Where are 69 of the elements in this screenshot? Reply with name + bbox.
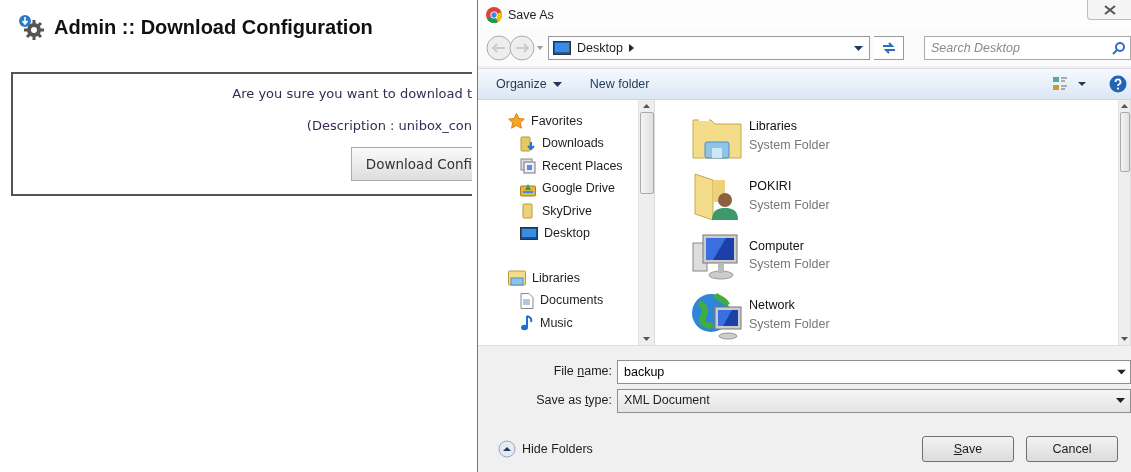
scroll-thumb[interactable]	[639, 112, 654, 194]
up-arrow-circle-icon	[498, 440, 516, 458]
folder-arrow-icon	[520, 135, 536, 152]
scroll-down-arrow-icon[interactable]	[1121, 337, 1128, 341]
save-button[interactable]: Save	[922, 436, 1014, 462]
hide-folders-button[interactable]: Hide Folders	[498, 439, 593, 459]
dropdown-caret-icon	[1116, 398, 1125, 403]
folder-name: Network	[749, 297, 796, 315]
dropdown-caret-icon[interactable]	[1117, 369, 1126, 374]
folder-item[interactable]: Libraries System Folder	[691, 106, 1118, 166]
browser-logo-icon	[486, 7, 502, 23]
sidebar-group[interactable]: Libraries	[508, 267, 638, 290]
sidebar-item[interactable]: Google Drive	[508, 177, 638, 200]
help-icon[interactable]	[1109, 75, 1127, 93]
sidebar-item[interactable]: Music	[508, 312, 638, 335]
folder-item[interactable]: POKIRI System Folder	[691, 165, 1118, 226]
document-icon	[520, 292, 534, 309]
dropdown-caret-icon[interactable]	[854, 45, 863, 51]
star-icon	[508, 113, 525, 130]
monitor-icon	[553, 41, 571, 55]
save-as-type-label: Save as type:	[535, 392, 613, 410]
scrollbar[interactable]	[1118, 100, 1131, 345]
sidebar-item[interactable]: SkyDrive	[508, 200, 638, 223]
description-text: (Description : unibox_con	[306, 116, 472, 135]
sidebar-item[interactable]: Desktop	[508, 222, 638, 245]
sidebar-group[interactable]: Favorites	[508, 110, 638, 133]
folder-type: System Folder	[749, 196, 830, 214]
folder-name: POKIRI	[749, 177, 793, 195]
page-title: Admin :: Download Configuration	[54, 15, 373, 40]
new-folder-button[interactable]: New folder	[589, 74, 650, 94]
close-button[interactable]	[1087, 0, 1131, 20]
sidebar-item[interactable]: Recent Places	[508, 155, 638, 178]
folder-type: System Folder	[749, 316, 830, 334]
caret-icon	[552, 81, 562, 87]
download-configuration-button[interactable]: Download Confi	[350, 147, 472, 182]
folder-item[interactable]: Network System Folder	[691, 285, 1118, 345]
search-icon[interactable]	[1112, 41, 1126, 55]
address-bar[interactable]: Desktop	[548, 36, 870, 60]
refresh-arrows-icon	[880, 41, 897, 55]
refresh-button[interactable]	[874, 36, 904, 60]
scroll-up-arrow-icon[interactable]	[1121, 104, 1128, 108]
folder-type: System Folder	[749, 136, 830, 154]
cancel-button[interactable]: Cancel	[1026, 436, 1118, 462]
scroll-up-arrow-icon[interactable]	[643, 104, 650, 108]
organize-menu-button[interactable]: Organize	[496, 74, 562, 94]
folder-item[interactable]: Computer System Folder	[691, 225, 1118, 286]
view-options-icon[interactable]	[1053, 77, 1087, 91]
folder-name: Computer	[749, 237, 805, 255]
sidebar-item[interactable]: Downloads	[508, 132, 638, 155]
scrollbar[interactable]	[638, 100, 655, 345]
chevron-icon[interactable]	[628, 44, 635, 52]
search-field[interactable]: Search Desktop	[924, 36, 1131, 60]
close-icon	[1103, 4, 1116, 15]
file-name-field[interactable]: backup	[617, 359, 1131, 384]
sidebar-item[interactable]: Documents	[508, 289, 638, 312]
folder-type: System Folder	[749, 256, 830, 274]
save-as-type-dropdown[interactable]: XML Document	[617, 388, 1131, 413]
recent-places-icon	[520, 158, 536, 175]
gear-download-icon	[18, 14, 44, 40]
scroll-down-arrow-icon[interactable]	[643, 337, 650, 341]
scroll-thumb[interactable]	[1119, 112, 1130, 172]
monitor-icon	[520, 226, 538, 241]
confirmation-text: Are you sure you want to download t	[232, 85, 472, 103]
folder-icon	[520, 203, 536, 220]
file-name-label: File name:	[552, 363, 613, 381]
music-note-icon	[520, 315, 534, 332]
library-folder-icon	[508, 270, 526, 287]
folder-name: Libraries	[749, 118, 798, 136]
dialog-title: Save As	[508, 6, 554, 24]
